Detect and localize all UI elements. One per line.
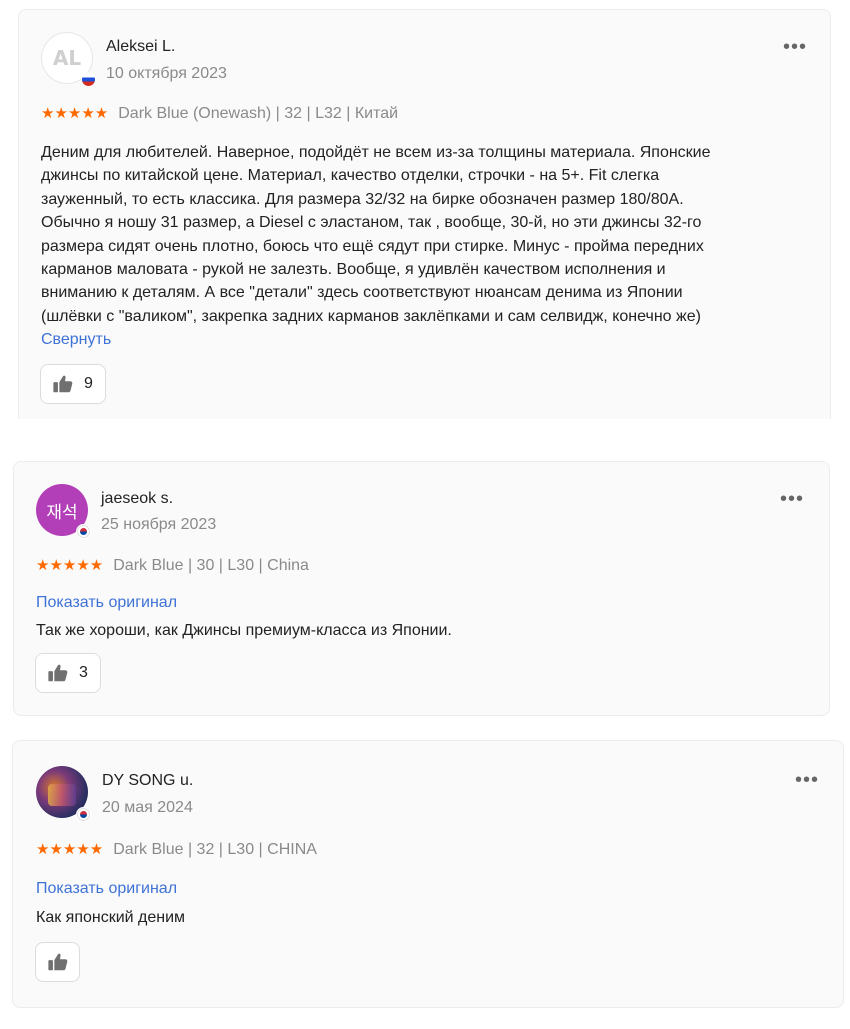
review-text: Как японский деним <box>36 909 186 926</box>
variant-info: Dark Blue | 30 | L30 | China <box>113 557 309 574</box>
like-button[interactable]: 9 <box>40 364 106 404</box>
review-card: DY SONG u. 20 мая 2024 ••• ★★★★★ Dark Blu… <box>12 740 844 1008</box>
rating-stars-icon: ★★★★★ <box>36 556 104 574</box>
author-name: Aleksei L. <box>106 38 176 55</box>
show-original-link[interactable]: Показать оригинал <box>36 880 177 898</box>
show-original-link[interactable]: Показать оригинал <box>36 594 177 612</box>
variant-info: Dark Blue (Onewash) | 32 | L32 | Китай <box>118 105 399 122</box>
collapse-link[interactable]: Свернуть <box>41 331 111 349</box>
author-name: jaeseok s. <box>101 490 174 507</box>
avatar-text: 재석 <box>46 502 78 523</box>
review-meta: ★★★★★ Dark Blue | 30 | L30 | China <box>36 556 309 575</box>
review-card: 재석 jaeseok s. 25 ноября 2023 ••• ★★★★★ Da… <box>13 461 830 716</box>
review-text: Деним для любителей. Наверное, подойдёт … <box>41 144 711 325</box>
author-name: DY SONG u. <box>102 772 194 789</box>
review-meta: ★★★★★ Dark Blue | 32 | L30 | CHINA <box>36 840 317 859</box>
south-korea-flag-icon <box>76 524 91 539</box>
review-date: 20 мая 2024 <box>102 799 193 816</box>
like-button[interactable]: 3 <box>35 653 101 693</box>
russia-flag-icon <box>81 72 96 87</box>
thumbs-up-icon <box>47 662 69 684</box>
like-button[interactable] <box>35 942 80 982</box>
thumbs-up-icon <box>47 951 69 973</box>
more-options-icon[interactable]: ••• <box>783 37 807 57</box>
more-options-icon[interactable]: ••• <box>795 770 819 790</box>
like-count: 9 <box>84 375 93 392</box>
review-meta: ★★★★★ Dark Blue (Onewash) | 32 | L32 | Ки… <box>41 104 398 123</box>
thumbs-up-icon <box>52 373 74 395</box>
review-text: Так же хороши, как Джинсы премиум-класса… <box>36 622 452 639</box>
review-date: 10 октября 2023 <box>106 65 227 82</box>
variant-info: Dark Blue | 32 | L30 | CHINA <box>113 841 317 858</box>
like-count: 3 <box>79 664 88 681</box>
more-options-icon[interactable]: ••• <box>780 489 804 509</box>
avatar-initials: AL <box>52 46 82 70</box>
south-korea-flag-icon <box>76 807 91 822</box>
rating-stars-icon: ★★★★★ <box>36 840 104 858</box>
review-card: AL Aleksei L. 10 октября 2023 ••• ★★★★★ D… <box>18 9 831 419</box>
rating-stars-icon: ★★★★★ <box>41 104 109 122</box>
review-date: 25 ноября 2023 <box>101 516 217 533</box>
